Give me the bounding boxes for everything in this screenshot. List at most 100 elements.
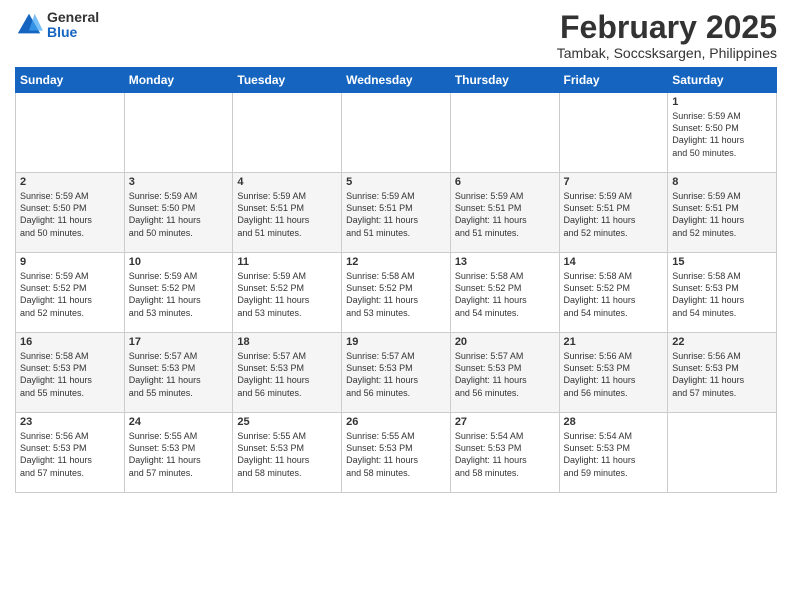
logo: General Blue <box>15 10 99 41</box>
table-cell <box>16 93 125 173</box>
calendar-table: Sunday Monday Tuesday Wednesday Thursday… <box>15 67 777 493</box>
day-info: Sunrise: 5:57 AM Sunset: 5:53 PM Dayligh… <box>346 350 446 399</box>
day-number: 15 <box>672 256 772 268</box>
day-info: Sunrise: 5:56 AM Sunset: 5:53 PM Dayligh… <box>20 430 120 479</box>
table-cell: 20 Sunrise: 5:57 AM Sunset: 5:53 PM Dayli… <box>450 333 559 413</box>
day-info: Sunrise: 5:59 AM Sunset: 5:51 PM Dayligh… <box>237 190 337 239</box>
week-row-1: 2 Sunrise: 5:59 AM Sunset: 5:50 PM Daylig… <box>16 173 777 253</box>
day-number: 5 <box>346 176 446 188</box>
day-number: 21 <box>564 336 664 348</box>
table-cell: 13 Sunrise: 5:58 AM Sunset: 5:52 PM Dayli… <box>450 253 559 333</box>
col-monday: Monday <box>124 68 233 93</box>
day-info: Sunrise: 5:59 AM Sunset: 5:51 PM Dayligh… <box>346 190 446 239</box>
table-cell: 5 Sunrise: 5:59 AM Sunset: 5:51 PM Daylig… <box>342 173 451 253</box>
table-cell: 28Sunrise: 5:54 AM Sunset: 5:53 PM Dayli… <box>559 413 668 493</box>
table-cell: 14Sunrise: 5:58 AM Sunset: 5:52 PM Dayli… <box>559 253 668 333</box>
day-number: 9 <box>20 256 120 268</box>
table-cell: 6 Sunrise: 5:59 AM Sunset: 5:51 PM Daylig… <box>450 173 559 253</box>
table-cell: 19 Sunrise: 5:57 AM Sunset: 5:53 PM Dayli… <box>342 333 451 413</box>
day-number: 19 <box>346 336 446 348</box>
day-info: Sunrise: 5:57 AM Sunset: 5:53 PM Dayligh… <box>455 350 555 399</box>
col-thursday: Thursday <box>450 68 559 93</box>
day-info: Sunrise: 5:59 AM Sunset: 5:51 PM Dayligh… <box>455 190 555 239</box>
day-info: Sunrise: 5:59 AM Sunset: 5:50 PM Dayligh… <box>20 190 120 239</box>
day-info: Sunrise: 5:57 AM Sunset: 5:53 PM Dayligh… <box>237 350 337 399</box>
table-cell: 21Sunrise: 5:56 AM Sunset: 5:53 PM Dayli… <box>559 333 668 413</box>
table-cell: 25 Sunrise: 5:55 AM Sunset: 5:53 PM Dayli… <box>233 413 342 493</box>
day-number: 3 <box>129 176 229 188</box>
table-cell <box>233 93 342 173</box>
calendar-title: February 2025 <box>557 10 777 45</box>
col-tuesday: Tuesday <box>233 68 342 93</box>
logo-icon <box>15 11 43 39</box>
table-cell: 8 Sunrise: 5:59 AM Sunset: 5:51 PM Daylig… <box>668 173 777 253</box>
logo-blue-text: Blue <box>47 25 99 40</box>
table-cell: 3 Sunrise: 5:59 AM Sunset: 5:50 PM Daylig… <box>124 173 233 253</box>
table-cell <box>668 413 777 493</box>
table-cell: 22 Sunrise: 5:56 AM Sunset: 5:53 PM Dayli… <box>668 333 777 413</box>
day-number: 27 <box>455 416 555 428</box>
table-cell: 9 Sunrise: 5:59 AM Sunset: 5:52 PM Daylig… <box>16 253 125 333</box>
table-cell <box>559 93 668 173</box>
week-row-0: 1Sunrise: 5:59 AM Sunset: 5:50 PM Daylig… <box>16 93 777 173</box>
table-cell: 24Sunrise: 5:55 AM Sunset: 5:53 PM Dayli… <box>124 413 233 493</box>
table-cell: 12 Sunrise: 5:58 AM Sunset: 5:52 PM Dayli… <box>342 253 451 333</box>
day-info: Sunrise: 5:59 AM Sunset: 5:52 PM Dayligh… <box>20 270 120 319</box>
day-info: Sunrise: 5:55 AM Sunset: 5:53 PM Dayligh… <box>129 430 229 479</box>
table-cell: 10Sunrise: 5:59 AM Sunset: 5:52 PM Dayli… <box>124 253 233 333</box>
table-cell: 16Sunrise: 5:58 AM Sunset: 5:53 PM Dayli… <box>16 333 125 413</box>
day-number: 22 <box>672 336 772 348</box>
logo-general-text: General <box>47 10 99 25</box>
day-number: 4 <box>237 176 337 188</box>
day-info: Sunrise: 5:59 AM Sunset: 5:50 PM Dayligh… <box>672 110 772 159</box>
day-number: 2 <box>20 176 120 188</box>
table-cell: 4 Sunrise: 5:59 AM Sunset: 5:51 PM Daylig… <box>233 173 342 253</box>
col-wednesday: Wednesday <box>342 68 451 93</box>
day-info: Sunrise: 5:58 AM Sunset: 5:52 PM Dayligh… <box>455 270 555 319</box>
day-number: 13 <box>455 256 555 268</box>
day-number: 12 <box>346 256 446 268</box>
day-info: Sunrise: 5:59 AM Sunset: 5:50 PM Dayligh… <box>129 190 229 239</box>
day-info: Sunrise: 5:58 AM Sunset: 5:52 PM Dayligh… <box>346 270 446 319</box>
day-number: 6 <box>455 176 555 188</box>
table-cell: 1Sunrise: 5:59 AM Sunset: 5:50 PM Daylig… <box>668 93 777 173</box>
page: General Blue February 2025 Tambak, Soccs… <box>0 0 792 612</box>
day-number: 23 <box>20 416 120 428</box>
week-row-4: 23 Sunrise: 5:56 AM Sunset: 5:53 PM Dayli… <box>16 413 777 493</box>
col-saturday: Saturday <box>668 68 777 93</box>
day-number: 14 <box>564 256 664 268</box>
day-number: 28 <box>564 416 664 428</box>
day-info: Sunrise: 5:59 AM Sunset: 5:51 PM Dayligh… <box>672 190 772 239</box>
day-info: Sunrise: 5:55 AM Sunset: 5:53 PM Dayligh… <box>237 430 337 479</box>
day-number: 20 <box>455 336 555 348</box>
table-cell <box>342 93 451 173</box>
day-info: Sunrise: 5:56 AM Sunset: 5:53 PM Dayligh… <box>672 350 772 399</box>
day-number: 26 <box>346 416 446 428</box>
table-cell <box>450 93 559 173</box>
table-cell: 17 Sunrise: 5:57 AM Sunset: 5:53 PM Dayli… <box>124 333 233 413</box>
calendar-subtitle: Tambak, Soccsksargen, Philippines <box>557 45 777 61</box>
day-info: Sunrise: 5:57 AM Sunset: 5:53 PM Dayligh… <box>129 350 229 399</box>
header-row: Sunday Monday Tuesday Wednesday Thursday… <box>16 68 777 93</box>
day-info: Sunrise: 5:58 AM Sunset: 5:53 PM Dayligh… <box>672 270 772 319</box>
day-number: 18 <box>237 336 337 348</box>
week-row-2: 9 Sunrise: 5:59 AM Sunset: 5:52 PM Daylig… <box>16 253 777 333</box>
week-row-3: 16Sunrise: 5:58 AM Sunset: 5:53 PM Dayli… <box>16 333 777 413</box>
table-cell: 27 Sunrise: 5:54 AM Sunset: 5:53 PM Dayli… <box>450 413 559 493</box>
day-number: 7 <box>564 176 664 188</box>
day-info: Sunrise: 5:54 AM Sunset: 5:53 PM Dayligh… <box>455 430 555 479</box>
header: General Blue February 2025 Tambak, Soccs… <box>15 10 777 61</box>
day-number: 8 <box>672 176 772 188</box>
day-info: Sunrise: 5:55 AM Sunset: 5:53 PM Dayligh… <box>346 430 446 479</box>
table-cell: 11Sunrise: 5:59 AM Sunset: 5:52 PM Dayli… <box>233 253 342 333</box>
day-info: Sunrise: 5:59 AM Sunset: 5:52 PM Dayligh… <box>129 270 229 319</box>
col-friday: Friday <box>559 68 668 93</box>
day-info: Sunrise: 5:58 AM Sunset: 5:53 PM Dayligh… <box>20 350 120 399</box>
col-sunday: Sunday <box>16 68 125 93</box>
table-cell: 18 Sunrise: 5:57 AM Sunset: 5:53 PM Dayli… <box>233 333 342 413</box>
table-cell: 15 Sunrise: 5:58 AM Sunset: 5:53 PM Dayli… <box>668 253 777 333</box>
table-cell: 2 Sunrise: 5:59 AM Sunset: 5:50 PM Daylig… <box>16 173 125 253</box>
table-cell: 26 Sunrise: 5:55 AM Sunset: 5:53 PM Dayli… <box>342 413 451 493</box>
day-number: 17 <box>129 336 229 348</box>
day-number: 25 <box>237 416 337 428</box>
